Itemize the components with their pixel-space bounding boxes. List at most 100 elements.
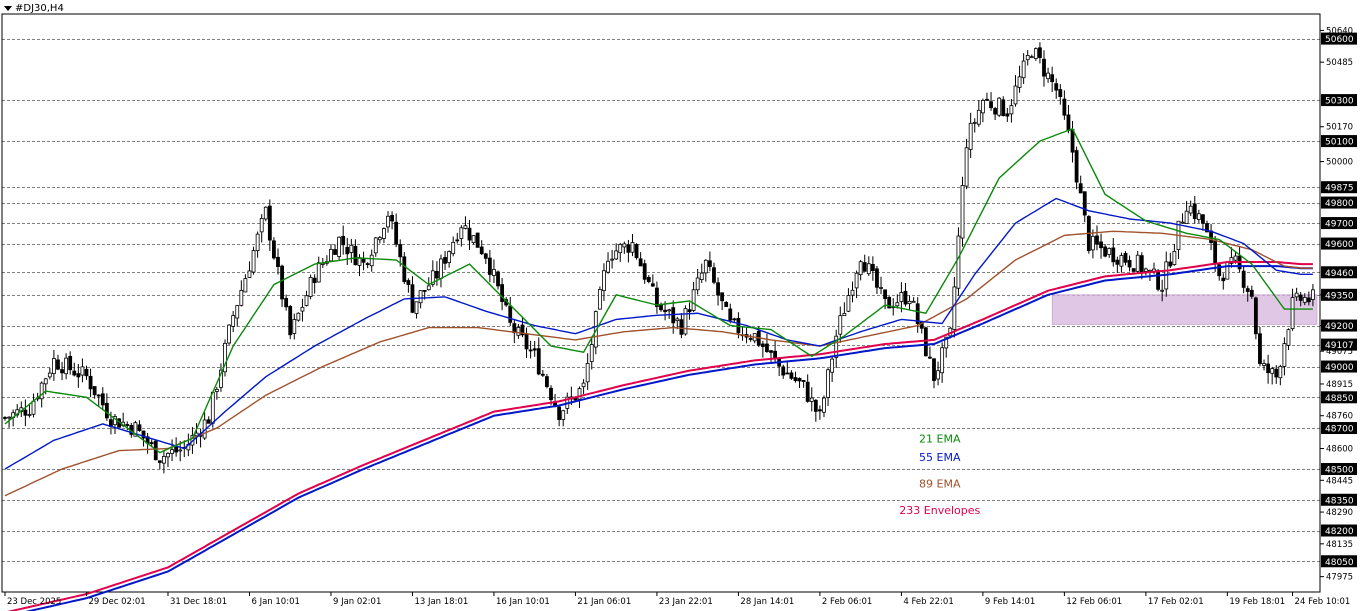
candle[interactable] [646, 274, 651, 284]
candle[interactable] [406, 278, 411, 293]
candle[interactable] [508, 297, 513, 327]
candle[interactable] [614, 243, 619, 261]
price-level-label[interactable]: 49600 [1321, 237, 1357, 251]
candle[interactable] [447, 250, 452, 268]
price-level-label[interactable]: 50300 [1321, 94, 1357, 107]
candle[interactable] [760, 340, 765, 358]
candle[interactable] [976, 100, 981, 127]
candle[interactable] [606, 252, 610, 274]
candle[interactable] [667, 308, 672, 319]
price-level-label[interactable]: 50600 [1321, 32, 1357, 46]
candle[interactable] [329, 243, 333, 262]
candle[interactable] [903, 282, 908, 307]
candle[interactable] [895, 294, 900, 309]
candle[interactable] [1050, 66, 1055, 93]
candle[interactable] [231, 311, 236, 333]
candle[interactable] [239, 280, 244, 307]
candle[interactable] [1086, 215, 1091, 254]
candle[interactable] [235, 304, 240, 327]
candle[interactable] [451, 236, 456, 257]
candle[interactable] [1017, 65, 1022, 93]
price-level-label[interactable]: 50100 [1321, 135, 1357, 148]
candle[interactable] [80, 358, 85, 383]
chevron-down-icon[interactable] [4, 6, 12, 11]
price-level-label[interactable]: 49875 [1321, 181, 1357, 194]
candle[interactable] [56, 354, 60, 371]
candle[interactable] [1176, 220, 1181, 259]
price-level-label[interactable]: 49350 [1321, 288, 1357, 302]
candle[interactable] [805, 374, 810, 403]
candle[interactable] [1025, 50, 1030, 66]
candle[interactable] [879, 276, 883, 295]
candle[interactable] [789, 370, 794, 380]
price-level-label[interactable]: 49000 [1321, 360, 1357, 374]
candle[interactable] [650, 274, 655, 287]
candle[interactable] [1074, 146, 1079, 190]
candle[interactable] [866, 256, 871, 277]
candle[interactable] [500, 278, 504, 311]
candle[interactable] [618, 242, 623, 262]
candle[interactable] [699, 263, 704, 283]
candle[interactable] [679, 313, 684, 339]
price-level-label[interactable]: 48050 [1321, 555, 1357, 568]
candle[interactable] [870, 256, 875, 281]
candle[interactable] [345, 237, 350, 266]
price-level-label[interactable]: 48850 [1321, 391, 1357, 404]
candle[interactable] [1131, 268, 1136, 272]
candle[interactable] [1127, 255, 1132, 272]
candle[interactable] [1184, 200, 1189, 224]
candle[interactable] [740, 326, 745, 341]
candle[interactable] [170, 439, 174, 462]
candle[interactable] [1286, 328, 1291, 351]
candle[interactable] [382, 227, 386, 244]
candle[interactable] [223, 339, 227, 377]
candle[interactable] [1172, 243, 1177, 266]
candle[interactable] [1135, 251, 1140, 274]
candle[interactable] [1115, 256, 1120, 273]
candle[interactable] [377, 235, 382, 244]
candle[interactable] [960, 176, 965, 247]
candle[interactable] [1225, 261, 1230, 280]
candle[interactable] [267, 199, 272, 251]
candle[interactable] [707, 251, 712, 272]
candle[interactable] [536, 337, 541, 376]
candle[interactable] [459, 225, 464, 247]
candle[interactable] [214, 386, 219, 400]
candle[interactable] [47, 367, 52, 380]
candle[interactable] [100, 387, 105, 411]
candle[interactable] [1270, 366, 1275, 385]
candle[interactable] [1095, 225, 1099, 251]
candle[interactable] [911, 297, 916, 303]
candle[interactable] [198, 428, 203, 448]
candle[interactable] [928, 346, 932, 359]
candle[interactable] [487, 250, 492, 283]
price-level-label[interactable]: 48200 [1321, 524, 1357, 538]
candle[interactable] [1196, 209, 1201, 223]
candle[interactable] [687, 302, 692, 320]
candle[interactable] [1001, 96, 1006, 117]
candle[interactable] [455, 232, 460, 244]
candle[interactable] [597, 286, 602, 310]
candle[interactable] [341, 225, 346, 255]
candle[interactable] [60, 361, 64, 381]
candle[interactable] [1168, 252, 1173, 269]
candle[interactable] [809, 387, 814, 412]
candle[interactable] [610, 250, 615, 269]
candle[interactable] [394, 213, 399, 248]
candle[interactable] [712, 262, 716, 285]
candle[interactable] [858, 259, 863, 281]
candle[interactable] [1237, 246, 1242, 273]
candle[interactable] [276, 248, 280, 275]
candle[interactable] [993, 106, 998, 120]
candle[interactable] [251, 246, 256, 275]
candle[interactable] [980, 98, 985, 123]
candle[interactable] [540, 369, 545, 377]
candle[interactable] [1107, 247, 1112, 258]
candle[interactable] [997, 96, 1002, 117]
candle[interactable] [1253, 296, 1258, 340]
candle[interactable] [1021, 53, 1026, 85]
candle[interactable] [1062, 90, 1067, 120]
candle[interactable] [272, 237, 276, 260]
candle[interactable] [64, 353, 69, 380]
candle[interactable] [1278, 364, 1283, 386]
